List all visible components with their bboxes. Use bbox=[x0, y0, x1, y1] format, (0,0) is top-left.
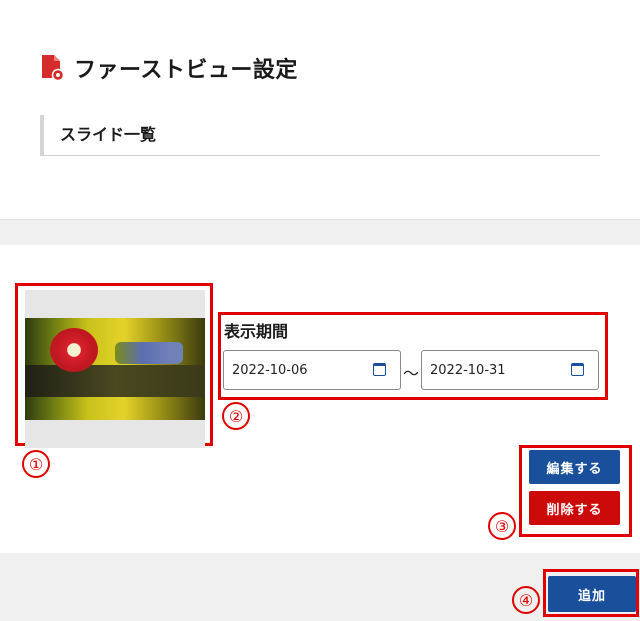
thumbnail-banner bbox=[115, 342, 183, 364]
start-date-input[interactable]: 2022-10-06 bbox=[223, 350, 401, 390]
delete-button[interactable]: 削除する bbox=[529, 491, 620, 525]
thumbnail-band bbox=[25, 365, 205, 397]
annotation-number-1: ① bbox=[22, 450, 50, 478]
edit-button[interactable]: 編集する bbox=[529, 450, 620, 484]
header-card: ファーストビュー設定 スライド一覧 bbox=[0, 0, 640, 220]
document-settings-icon bbox=[40, 54, 66, 82]
end-date-input[interactable]: 2022-10-31 bbox=[421, 350, 599, 390]
annotation-number-2: ② bbox=[222, 402, 250, 430]
page-title-text: ファーストビュー設定 bbox=[74, 58, 298, 83]
end-date-value: 2022-10-31 bbox=[430, 362, 506, 378]
annotation-number-4: ④ bbox=[512, 586, 540, 614]
display-period-label: 表示期間 bbox=[224, 322, 289, 341]
add-button[interactable]: 追加 bbox=[548, 576, 636, 612]
start-date-value: 2022-10-06 bbox=[232, 362, 308, 378]
range-separator: ～ bbox=[403, 364, 420, 383]
annotation-number-3: ③ bbox=[488, 512, 516, 540]
page-title: ファーストビュー設定 bbox=[40, 52, 298, 84]
section-title: スライド一覧 bbox=[40, 115, 600, 156]
calendar-icon[interactable] bbox=[373, 363, 386, 376]
calendar-icon[interactable] bbox=[571, 363, 584, 376]
thumbnail-logo bbox=[50, 328, 98, 372]
slide-thumbnail[interactable] bbox=[25, 290, 205, 448]
